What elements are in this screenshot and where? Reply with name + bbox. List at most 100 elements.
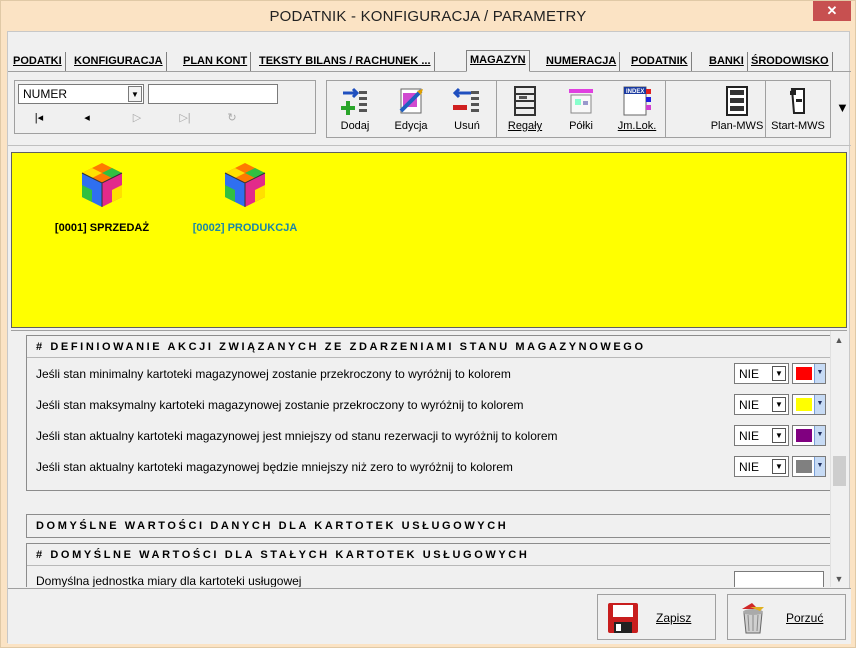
first-record-button[interactable]: |◂	[27, 111, 51, 129]
chevron-down-icon[interactable]: ▼	[814, 426, 825, 445]
bottom-bar: Zapisz Porzuć	[8, 588, 851, 644]
scroll-thumb[interactable]	[833, 456, 846, 486]
scroll-up-icon[interactable]: ▲	[831, 335, 847, 345]
setting-label: Jeśli stan aktualny kartoteki magazynowe…	[36, 460, 513, 474]
trash-icon	[742, 603, 764, 634]
color-swatch	[796, 398, 812, 411]
chevron-down-icon[interactable]: ▼	[814, 395, 825, 414]
color-picker[interactable]: ▼	[792, 394, 826, 415]
cancel-button[interactable]: Porzuć	[727, 594, 846, 640]
section-title: # DOMYŚLNE WARTOŚCI DLA STAŁYCH KARTOTEK…	[27, 544, 832, 566]
select-value: NIE	[739, 429, 760, 443]
cube-icon	[224, 163, 266, 207]
setting-row: Jeśli stan aktualny kartoteki magazynowe…	[27, 420, 832, 451]
unit-select[interactable]	[734, 571, 824, 587]
plan-mws-button[interactable]: Plan-MWS	[709, 81, 765, 137]
yes-no-select[interactable]: NIE ▼	[734, 394, 789, 415]
delete-label: Usuń	[454, 120, 480, 132]
save-label: Zapisz	[656, 611, 692, 625]
add-button[interactable]: Dodaj	[327, 81, 383, 137]
title-bar: PODATNIK - KONFIGURACJA / PARAMETRY ✕	[1, 1, 855, 31]
delete-button[interactable]: Usuń	[439, 81, 495, 137]
plan-mws-label: Plan-MWS	[710, 120, 764, 132]
add-icon	[341, 87, 367, 115]
tab-strip: PODATKI KONFIGURACJA PLAN KONT TEKSTY BI…	[8, 50, 851, 72]
chevron-down-icon[interactable]: ▼	[772, 397, 786, 412]
save-button[interactable]: Zapisz	[597, 594, 716, 640]
record-navigator: NUMER ▼ |◂ ◂ ▷ ▷| ↻	[14, 80, 316, 134]
color-swatch	[796, 429, 812, 442]
scroll-down-icon[interactable]: ▼	[831, 574, 847, 584]
tab-numeracja[interactable]: NUMERACJA	[543, 52, 621, 71]
tab-teksty-bilans[interactable]: TEKSTY BILANS / RACHUNEK ...	[256, 52, 435, 71]
refresh-button[interactable]: ↻	[220, 111, 244, 129]
warehouse-item[interactable]: [0001] SPRZEDAŻ	[52, 161, 152, 234]
select-value: NIE	[739, 398, 760, 412]
chevron-down-icon[interactable]: ▼	[814, 457, 825, 476]
setting-row: Domyślna jednostka miary dla kartoteki u…	[27, 566, 832, 587]
chevron-down-icon[interactable]: ▼	[128, 86, 142, 102]
chevron-down-icon[interactable]: ▼	[772, 366, 786, 381]
setting-label: Jeśli stan maksymalny kartoteki magazyno…	[36, 398, 524, 412]
add-label: Dodaj	[340, 120, 370, 132]
loc-units-button[interactable]: INDEX Jm.Lok.	[609, 81, 665, 137]
tab-banki[interactable]: BANKI	[706, 52, 748, 71]
warehouse-item[interactable]: [0002] PRODUKCJA	[190, 161, 300, 234]
config-window: PODATNIK - KONFIGURACJA / PARAMETRY ✕ PO…	[0, 0, 856, 648]
yes-no-select[interactable]: NIE ▼	[734, 363, 789, 384]
chevron-down-icon[interactable]: ▼	[814, 364, 825, 383]
prev-record-button[interactable]: ◂	[75, 111, 99, 129]
delete-icon	[452, 87, 479, 112]
setting-label: Domyślna jednostka miary dla kartoteki u…	[36, 574, 302, 587]
stock-actions-section: # DEFINIOWANIE AKCJI ZWIĄZANYCH ZE ZDARZ…	[26, 335, 833, 491]
tab-podatnik[interactable]: PODATNIK	[628, 52, 692, 71]
color-picker[interactable]: ▼	[792, 425, 826, 446]
edit-button[interactable]: Edycja	[383, 81, 439, 137]
start-mws-button[interactable]: Start-MWS	[767, 81, 829, 137]
edit-icon	[399, 88, 423, 114]
window-title: PODATNIK - KONFIGURACJA / PARAMETRY	[269, 8, 587, 25]
cancel-label: Porzuć	[786, 611, 824, 625]
toolbar-divider	[665, 81, 666, 137]
tab-srodowisko[interactable]: ŚRODOWISKO	[748, 52, 833, 71]
racks-label: Regały	[507, 120, 543, 132]
setting-row: Jeśli stan minimalny kartoteki magazynow…	[27, 358, 832, 389]
color-picker[interactable]: ▼	[792, 456, 826, 477]
tab-magazyn[interactable]: MAGAZYN	[466, 50, 530, 72]
section-title: # DEFINIOWANIE AKCJI ZWIĄZANYCH ZE ZDARZ…	[27, 336, 832, 358]
toolbar: NUMER ▼ |◂ ◂ ▷ ▷| ↻ Dodaj Edycja Usuń Re…	[8, 74, 851, 146]
tab-plan-kont[interactable]: PLAN KONT	[180, 52, 252, 71]
sort-field-select[interactable]: NUMER ▼	[18, 84, 144, 104]
setting-label: Jeśli stan aktualny kartoteki magazynowe…	[36, 429, 558, 443]
yes-no-select[interactable]: NIE ▼	[734, 456, 789, 477]
settings-scroll-area: # DEFINIOWANIE AKCJI ZWIĄZANYCH ZE ZDARZ…	[11, 330, 847, 587]
color-swatch	[796, 367, 812, 380]
loc-units-label: Jm.Lok.	[617, 120, 657, 132]
floppy-disk-icon	[608, 603, 638, 633]
next-record-button[interactable]: ▷	[125, 111, 149, 129]
cube-icon	[81, 163, 123, 207]
racks-button[interactable]: Regały	[497, 81, 553, 137]
client-area: PODATKI KONFIGURACJA PLAN KONT TEKSTY BI…	[7, 31, 851, 644]
close-button[interactable]: ✕	[813, 1, 851, 21]
index-icon: INDEX	[623, 86, 651, 116]
svg-text:INDEX: INDEX	[626, 89, 644, 95]
tab-podatki[interactable]: PODATKI	[10, 52, 66, 71]
shelves-label: Półki	[569, 120, 593, 132]
plan-icon	[726, 86, 748, 116]
service-fixed-section: # DOMYŚLNE WARTOŚCI DLA STAŁYCH KARTOTEK…	[26, 543, 833, 587]
shelves-button[interactable]: Półki	[553, 81, 609, 137]
search-input[interactable]	[148, 84, 278, 104]
chevron-down-icon[interactable]: ▼	[772, 459, 786, 474]
vertical-scrollbar[interactable]: ▲ ▼	[830, 331, 847, 587]
last-record-button[interactable]: ▷|	[173, 111, 197, 129]
rack-icon	[514, 86, 536, 116]
color-picker[interactable]: ▼	[792, 363, 826, 384]
select-value: NIE	[739, 460, 760, 474]
tab-konfiguracja[interactable]: KONFIGURACJA	[71, 52, 167, 71]
toolbar-overflow-button[interactable]: ▼	[836, 100, 849, 115]
sort-field-value: NUMER	[23, 87, 67, 101]
yes-no-select[interactable]: NIE ▼	[734, 425, 789, 446]
setting-label: Jeśli stan minimalny kartoteki magazynow…	[36, 367, 511, 381]
chevron-down-icon[interactable]: ▼	[772, 428, 786, 443]
